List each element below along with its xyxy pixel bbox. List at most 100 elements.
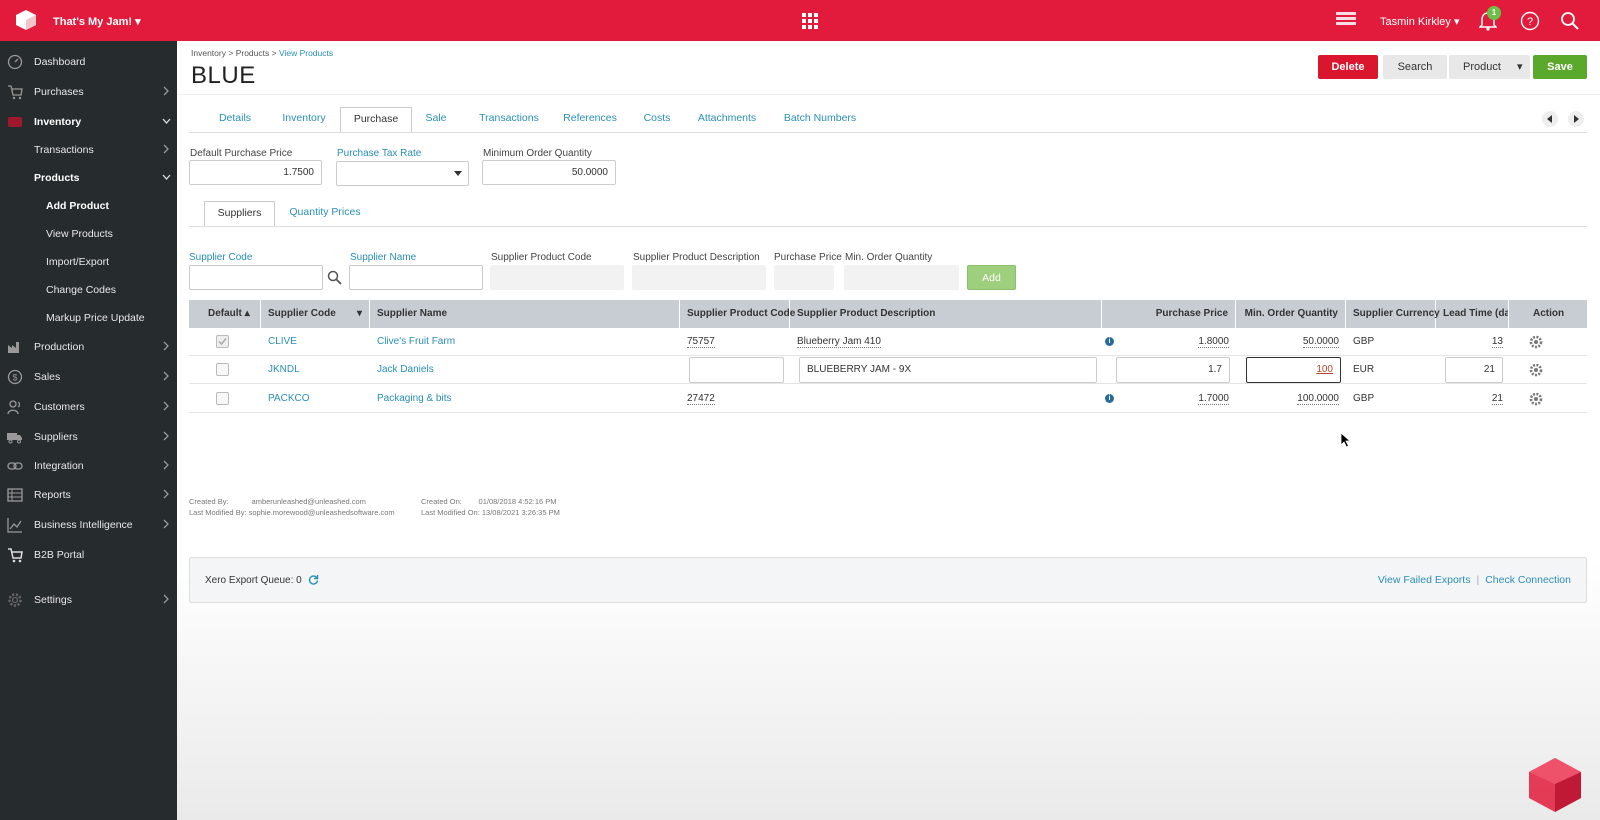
refresh-icon[interactable]: [308, 574, 319, 585]
column-lead-time[interactable]: Lead Time (day: [1436, 300, 1509, 328]
purchase-tax-rate-label[interactable]: Purchase Tax Rate: [337, 148, 421, 159]
supplier-code-link[interactable]: PACKCO: [268, 385, 310, 413]
gear-icon[interactable]: [1529, 335, 1543, 349]
column-default[interactable]: Default ▴: [189, 300, 261, 328]
tab-scroll-right-button[interactable]: [1568, 111, 1584, 127]
tab-batch-numbers[interactable]: Batch Numbers: [779, 107, 861, 133]
sidebar-item-products[interactable]: Products: [0, 167, 177, 189]
sidebar-item-inventory[interactable]: Inventory: [0, 111, 177, 133]
breadcrumb-link[interactable]: View Products: [279, 48, 333, 58]
add-supplier-button[interactable]: Add: [967, 265, 1016, 290]
sidebar-item-dashboard[interactable]: Dashboard: [0, 51, 177, 73]
menu-list-icon[interactable]: [1336, 12, 1356, 28]
table-row[interactable]: CLIVE Clive's Fruit Farm 75757 Blueberry…: [189, 328, 1587, 356]
app-logo-icon[interactable]: [15, 9, 37, 31]
column-supplier-product-description[interactable]: Supplier Product Description: [790, 300, 1102, 328]
supplier-product-description-input[interactable]: [632, 265, 766, 290]
lead-time[interactable]: 13: [1491, 328, 1503, 356]
default-checkbox[interactable]: [216, 335, 229, 348]
sidebar-item-business-intelligence[interactable]: Business Intelligence: [0, 514, 177, 536]
help-icon[interactable]: ?: [1520, 11, 1540, 31]
tab-attachments[interactable]: Attachments: [691, 107, 763, 133]
subtab-suppliers[interactable]: Suppliers: [204, 201, 275, 227]
supplier-product-code-input[interactable]: [689, 357, 784, 383]
supplier-name-link[interactable]: Clive's Fruit Farm: [377, 328, 455, 356]
default-purchase-price-field[interactable]: 1.7500: [189, 160, 322, 185]
lead-time-input[interactable]: 21: [1445, 357, 1503, 383]
sidebar-item-suppliers[interactable]: Suppliers: [0, 426, 177, 448]
column-supplier-currency[interactable]: Supplier Currency: [1346, 300, 1440, 328]
sidebar-item-change-codes[interactable]: Change Codes: [0, 279, 177, 301]
user-menu[interactable]: Tasmin Kirkley ▾: [1380, 15, 1459, 28]
sidebar-item-view-products[interactable]: View Products: [0, 223, 177, 245]
info-icon[interactable]: i: [1105, 394, 1114, 403]
supplier-product-code[interactable]: 27472: [687, 385, 715, 413]
sidebar-item-markup-price-update[interactable]: Markup Price Update: [0, 307, 177, 329]
org-switcher[interactable]: That's My Jam! ▾: [53, 15, 141, 28]
tab-costs[interactable]: Costs: [637, 107, 677, 133]
search-button[interactable]: Search: [1383, 55, 1447, 79]
sidebar-item-b2b-portal[interactable]: B2B Portal: [0, 544, 177, 566]
sidebar-item-add-product[interactable]: Add Product: [0, 195, 177, 217]
purchase-price-input[interactable]: [774, 265, 834, 290]
breadcrumb-item[interactable]: Products: [236, 48, 270, 58]
supplier-name-link[interactable]: Jack Daniels: [377, 356, 434, 384]
min-order-quantity[interactable]: 100.0000: [1297, 385, 1339, 413]
purchase-price-input[interactable]: 1.7: [1116, 357, 1230, 383]
tab-details[interactable]: Details: [205, 107, 265, 133]
sidebar-item-transactions[interactable]: Transactions: [0, 139, 177, 161]
min-order-quantity-input[interactable]: 100: [1246, 357, 1341, 383]
supplier-name-input[interactable]: [349, 265, 483, 290]
min-order-quantity[interactable]: 50.0000: [1302, 328, 1339, 356]
supplier-code-input[interactable]: [189, 265, 323, 290]
supplier-code-link[interactable]: CLIVE: [268, 328, 297, 356]
supplier-product-code[interactable]: 75757: [687, 328, 715, 356]
sidebar-item-customers[interactable]: Customers: [0, 396, 177, 418]
column-supplier-product-code[interactable]: Supplier Product Code: [680, 300, 795, 328]
purchase-price[interactable]: 1.8000: [1198, 328, 1229, 356]
supplier-code-label[interactable]: Supplier Code: [189, 252, 252, 263]
min-order-input[interactable]: [844, 265, 959, 290]
sidebar-item-import-export[interactable]: Import/Export: [0, 251, 177, 273]
default-checkbox[interactable]: [216, 363, 229, 376]
purchase-tax-rate-select[interactable]: [336, 161, 469, 186]
search-icon[interactable]: [327, 270, 342, 285]
info-icon[interactable]: i: [1105, 337, 1114, 346]
sidebar-item-reports[interactable]: Reports: [0, 484, 177, 506]
gear-icon[interactable]: [1529, 392, 1543, 406]
column-min-order-quantity[interactable]: Min. Order Quantity: [1236, 300, 1346, 328]
supplier-code-link[interactable]: JKNDL: [268, 356, 300, 384]
tab-purchase[interactable]: Purchase: [340, 107, 412, 133]
supplier-product-description[interactable]: Blueberry Jam 410: [797, 328, 881, 356]
default-checkbox[interactable]: [216, 392, 229, 405]
tab-references[interactable]: References: [557, 107, 623, 133]
tab-sale[interactable]: Sale: [419, 107, 453, 133]
product-dropdown-button[interactable]: Product ▾: [1449, 55, 1530, 79]
sidebar-item-settings[interactable]: Settings: [0, 589, 177, 611]
check-connection-link[interactable]: Check Connection: [1485, 574, 1571, 586]
subtab-quantity-prices[interactable]: Quantity Prices: [285, 201, 365, 227]
table-row[interactable]: JKNDL Jack Daniels BLUEBERRY JAM - 9X 1.…: [189, 356, 1587, 384]
column-supplier-name[interactable]: Supplier Name: [370, 300, 680, 328]
search-icon[interactable]: [1560, 11, 1580, 31]
delete-button[interactable]: Delete: [1318, 55, 1378, 79]
supplier-name-link[interactable]: Packaging & bits: [377, 385, 452, 413]
lead-time[interactable]: 21: [1491, 385, 1503, 413]
tab-inventory[interactable]: Inventory: [273, 107, 335, 133]
view-failed-exports-link[interactable]: View Failed Exports: [1378, 574, 1471, 586]
supplier-name-label[interactable]: Supplier Name: [350, 252, 416, 263]
sidebar-item-sales[interactable]: $ Sales: [0, 366, 177, 388]
min-order-quantity-field[interactable]: 50.0000: [482, 160, 616, 185]
tab-transactions[interactable]: Transactions: [473, 107, 545, 133]
save-button[interactable]: Save: [1533, 55, 1587, 79]
table-row[interactable]: PACKCO Packaging & bits 27472 i 1.7000 1…: [189, 385, 1587, 413]
column-purchase-price[interactable]: Purchase Price: [1102, 300, 1236, 328]
column-supplier-code[interactable]: Supplier Code ▾: [261, 300, 370, 328]
gear-icon[interactable]: [1529, 363, 1543, 377]
breadcrumb-item[interactable]: Inventory: [191, 48, 226, 58]
tab-scroll-left-button[interactable]: [1542, 111, 1558, 127]
sidebar-item-integration[interactable]: Integration: [0, 455, 177, 477]
supplier-product-description-input[interactable]: BLUEBERRY JAM - 9X: [799, 357, 1097, 383]
apps-grid-icon[interactable]: [802, 13, 818, 29]
sidebar-item-purchases[interactable]: Purchases: [0, 81, 177, 103]
